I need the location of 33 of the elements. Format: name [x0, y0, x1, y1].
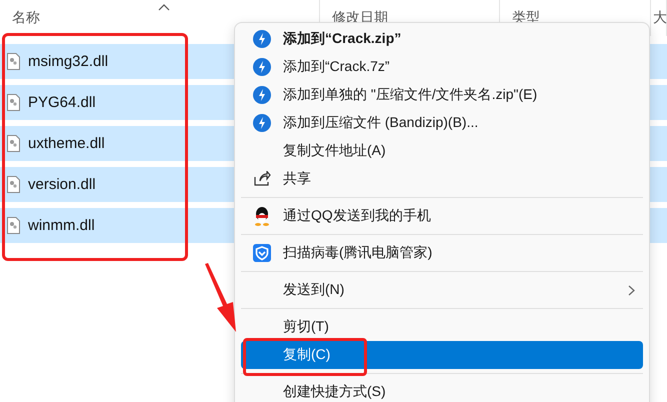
dll-file-icon — [7, 135, 20, 152]
menu-item[interactable]: 复制(C) — [241, 341, 643, 369]
lightning-icon — [253, 86, 271, 104]
menu-item[interactable]: 发送到(N) — [241, 276, 643, 304]
column-header[interactable]: 大 — [653, 9, 667, 25]
menu-item[interactable]: 创建快捷方式(S) — [241, 378, 643, 402]
menu-item[interactable]: 添加到“Crack.7z” — [241, 53, 643, 81]
menu-item[interactable]: 添加到单独的 "压缩文件/文件夹名.zip"(E) — [241, 81, 643, 109]
menu-item[interactable]: 添加到“Crack.zip” — [241, 25, 643, 53]
menu-item[interactable]: 复制文件地址(A) — [241, 137, 643, 165]
file-name: version.dll — [28, 176, 96, 193]
file-name: winmm.dll — [28, 217, 95, 234]
dll-file-icon — [7, 53, 20, 70]
lightning-icon — [253, 58, 271, 76]
file-name: PYG64.dll — [28, 94, 96, 111]
column-header[interactable]: 名称 — [12, 9, 40, 25]
menu-item[interactable]: 扫描病毒(腾讯电脑管家) — [241, 239, 643, 267]
share-icon — [253, 171, 271, 187]
menu-item[interactable]: 通过QQ发送到我的手机 — [241, 202, 643, 230]
file-name: uxtheme.dll — [28, 135, 105, 152]
chevron-right-icon — [628, 285, 635, 296]
menu-item[interactable]: 添加到压缩文件 (Bandizip)(B)... — [241, 109, 643, 137]
menu-item[interactable]: 共享 — [241, 165, 643, 193]
dll-file-icon — [7, 176, 20, 193]
lightning-icon — [253, 30, 271, 48]
lightning-icon — [253, 114, 271, 132]
shield-icon — [253, 244, 271, 262]
menu-item[interactable]: 剪切(T) — [241, 313, 643, 341]
dll-file-icon — [7, 94, 20, 111]
dll-file-icon — [7, 217, 20, 234]
penguin-icon — [253, 206, 271, 226]
arrow-drawing — [203, 262, 239, 334]
file-name: msimg32.dll — [28, 53, 108, 70]
